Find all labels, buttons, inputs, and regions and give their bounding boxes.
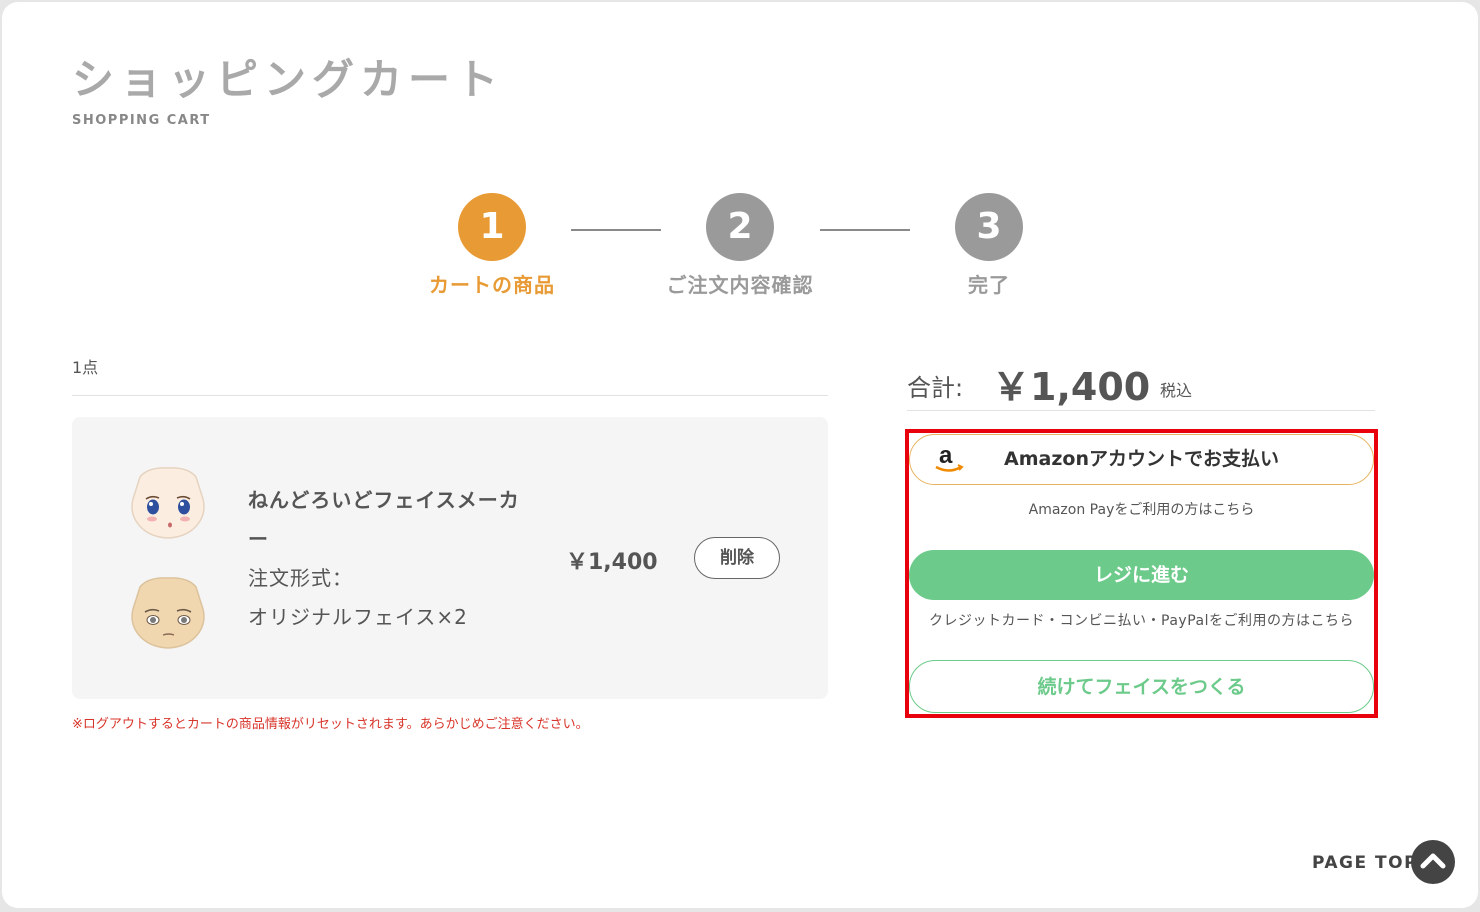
checkout-note: クレジットカード・コンビニ払い・PayPalをご利用の方はこちら bbox=[929, 613, 1354, 629]
item-format-value: オリジナルフェイス×2 bbox=[248, 605, 468, 629]
step-cart: 1 カートの商品 bbox=[382, 193, 602, 298]
divider bbox=[907, 410, 1375, 411]
amazon-pay-label: Amazonアカウントでお支払い bbox=[1004, 448, 1279, 470]
item-count: 1点 bbox=[72, 358, 99, 377]
total-amount: ￥1,400 bbox=[992, 365, 1151, 409]
face-thumbnail-1 bbox=[131, 467, 205, 539]
logout-notice: ※ログアウトするとカートの商品情報がリセットされます。あらかじめご注意ください。 bbox=[72, 717, 589, 732]
divider bbox=[72, 395, 828, 396]
page-top-link[interactable]: PAGE TOP bbox=[1312, 853, 1418, 873]
step-number: 1 bbox=[458, 193, 526, 261]
step-label: カートの商品 bbox=[429, 273, 555, 297]
continue-making-face-button[interactable]: 続けてフェイスをつくる bbox=[909, 660, 1374, 713]
step-confirm: 2 ご注文内容確認 bbox=[630, 193, 850, 298]
page-top-button[interactable] bbox=[1411, 840, 1455, 884]
step-label: ご注文内容確認 bbox=[666, 273, 814, 297]
item-format-label: 注文形式： bbox=[248, 566, 353, 590]
face-thumbnail-2 bbox=[131, 577, 205, 649]
delete-button[interactable]: 削除 bbox=[694, 537, 780, 579]
amazon-pay-button[interactable]: a Amazonアカウントでお支払い bbox=[909, 434, 1374, 485]
step-complete: 3 完了 bbox=[879, 193, 1099, 298]
step-number: 2 bbox=[706, 193, 774, 261]
checkout-button[interactable]: レジに進む bbox=[909, 550, 1374, 600]
step-number: 3 bbox=[955, 193, 1023, 261]
step-label: 完了 bbox=[968, 273, 1010, 297]
chevron-up-icon bbox=[1420, 853, 1446, 869]
amazon-pay-note: Amazon Payをご利用の方はこちら bbox=[1028, 502, 1255, 518]
cart-item: ねんどろいどフェイスメーカー 注文形式： オリジナルフェイス×2 ￥1,400 … bbox=[72, 417, 828, 699]
item-price: ￥1,400 bbox=[566, 550, 658, 575]
item-name: ねんどろいどフェイスメーカー bbox=[248, 488, 520, 551]
checkout-stepper: 1 カートの商品 2 ご注文内容確認 3 完了 bbox=[2, 2, 1478, 322]
page-frame: ショッピングカート SHOPPING CART 1 カートの商品 2 ご注文内容… bbox=[2, 2, 1478, 908]
total-label: 合計: bbox=[907, 374, 964, 402]
tax-label: 税込 bbox=[1160, 381, 1193, 400]
